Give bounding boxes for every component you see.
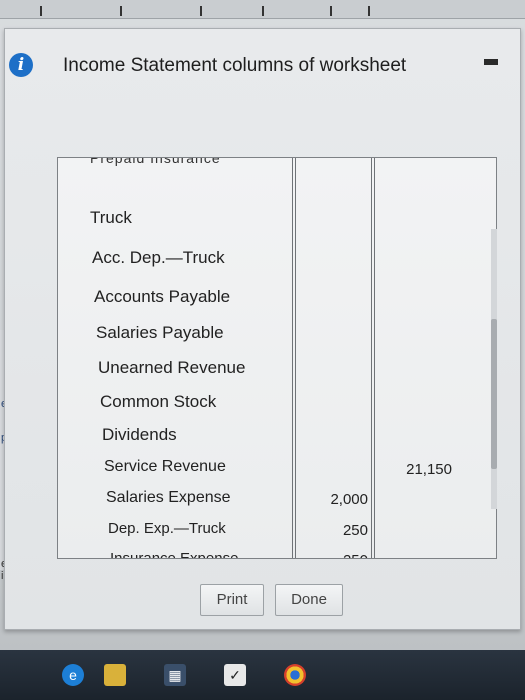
- chrome-icon[interactable]: [284, 664, 306, 686]
- dialog-title: Income Statement columns of worksheet: [63, 55, 407, 76]
- screen: e pe e ir i Income Statement columns of …: [0, 0, 525, 700]
- account-label: Truck: [90, 208, 132, 227]
- account-label: Dep. Exp.—Truck: [108, 520, 226, 537]
- info-icon: i: [9, 53, 33, 77]
- mail-icon[interactable]: ✓: [224, 664, 246, 686]
- account-label: Unearned Revenue: [98, 358, 246, 377]
- edge-icon[interactable]: e: [62, 664, 84, 686]
- scrollbar-thumb[interactable]: [491, 319, 497, 469]
- done-button[interactable]: Done: [275, 584, 343, 616]
- minimize-icon[interactable]: [484, 59, 498, 65]
- column-divider-credit: [371, 158, 375, 558]
- account-label: Salaries Expense: [106, 489, 231, 506]
- credit-amount: 21,150: [406, 461, 452, 478]
- file-explorer-icon[interactable]: [104, 664, 126, 686]
- worksheet-table: Prepaid Insurance Truck Acc. Dep.—Truck …: [57, 157, 497, 559]
- account-label: Dividends: [102, 425, 177, 444]
- worksheet-row-cut-off: Prepaid Insurance: [90, 157, 221, 166]
- account-label: Accounts Payable: [94, 287, 231, 306]
- worksheet-dialog: i Income Statement columns of worksheet …: [4, 28, 521, 630]
- account-label: Acc. Dep.—Truck: [92, 248, 225, 267]
- debit-amount: 2,000: [330, 491, 368, 508]
- background-window-strip: [0, 0, 525, 19]
- worksheet-scrollbar[interactable]: [491, 229, 497, 509]
- account-label: Salaries Payable: [96, 323, 224, 342]
- taskbar: e ▦ ✓: [0, 650, 525, 700]
- account-label: Insurance Expense: [110, 550, 239, 559]
- column-divider-debit: [292, 158, 296, 558]
- account-label: Common Stock: [100, 392, 217, 411]
- dialog-header: i Income Statement columns of worksheet: [5, 29, 520, 109]
- account-label: Service Revenue: [104, 458, 226, 475]
- print-button[interactable]: Print: [200, 584, 264, 616]
- store-icon[interactable]: ▦: [164, 664, 186, 686]
- debit-amount: 250: [316, 552, 368, 558]
- debit-amount: 250: [342, 522, 368, 539]
